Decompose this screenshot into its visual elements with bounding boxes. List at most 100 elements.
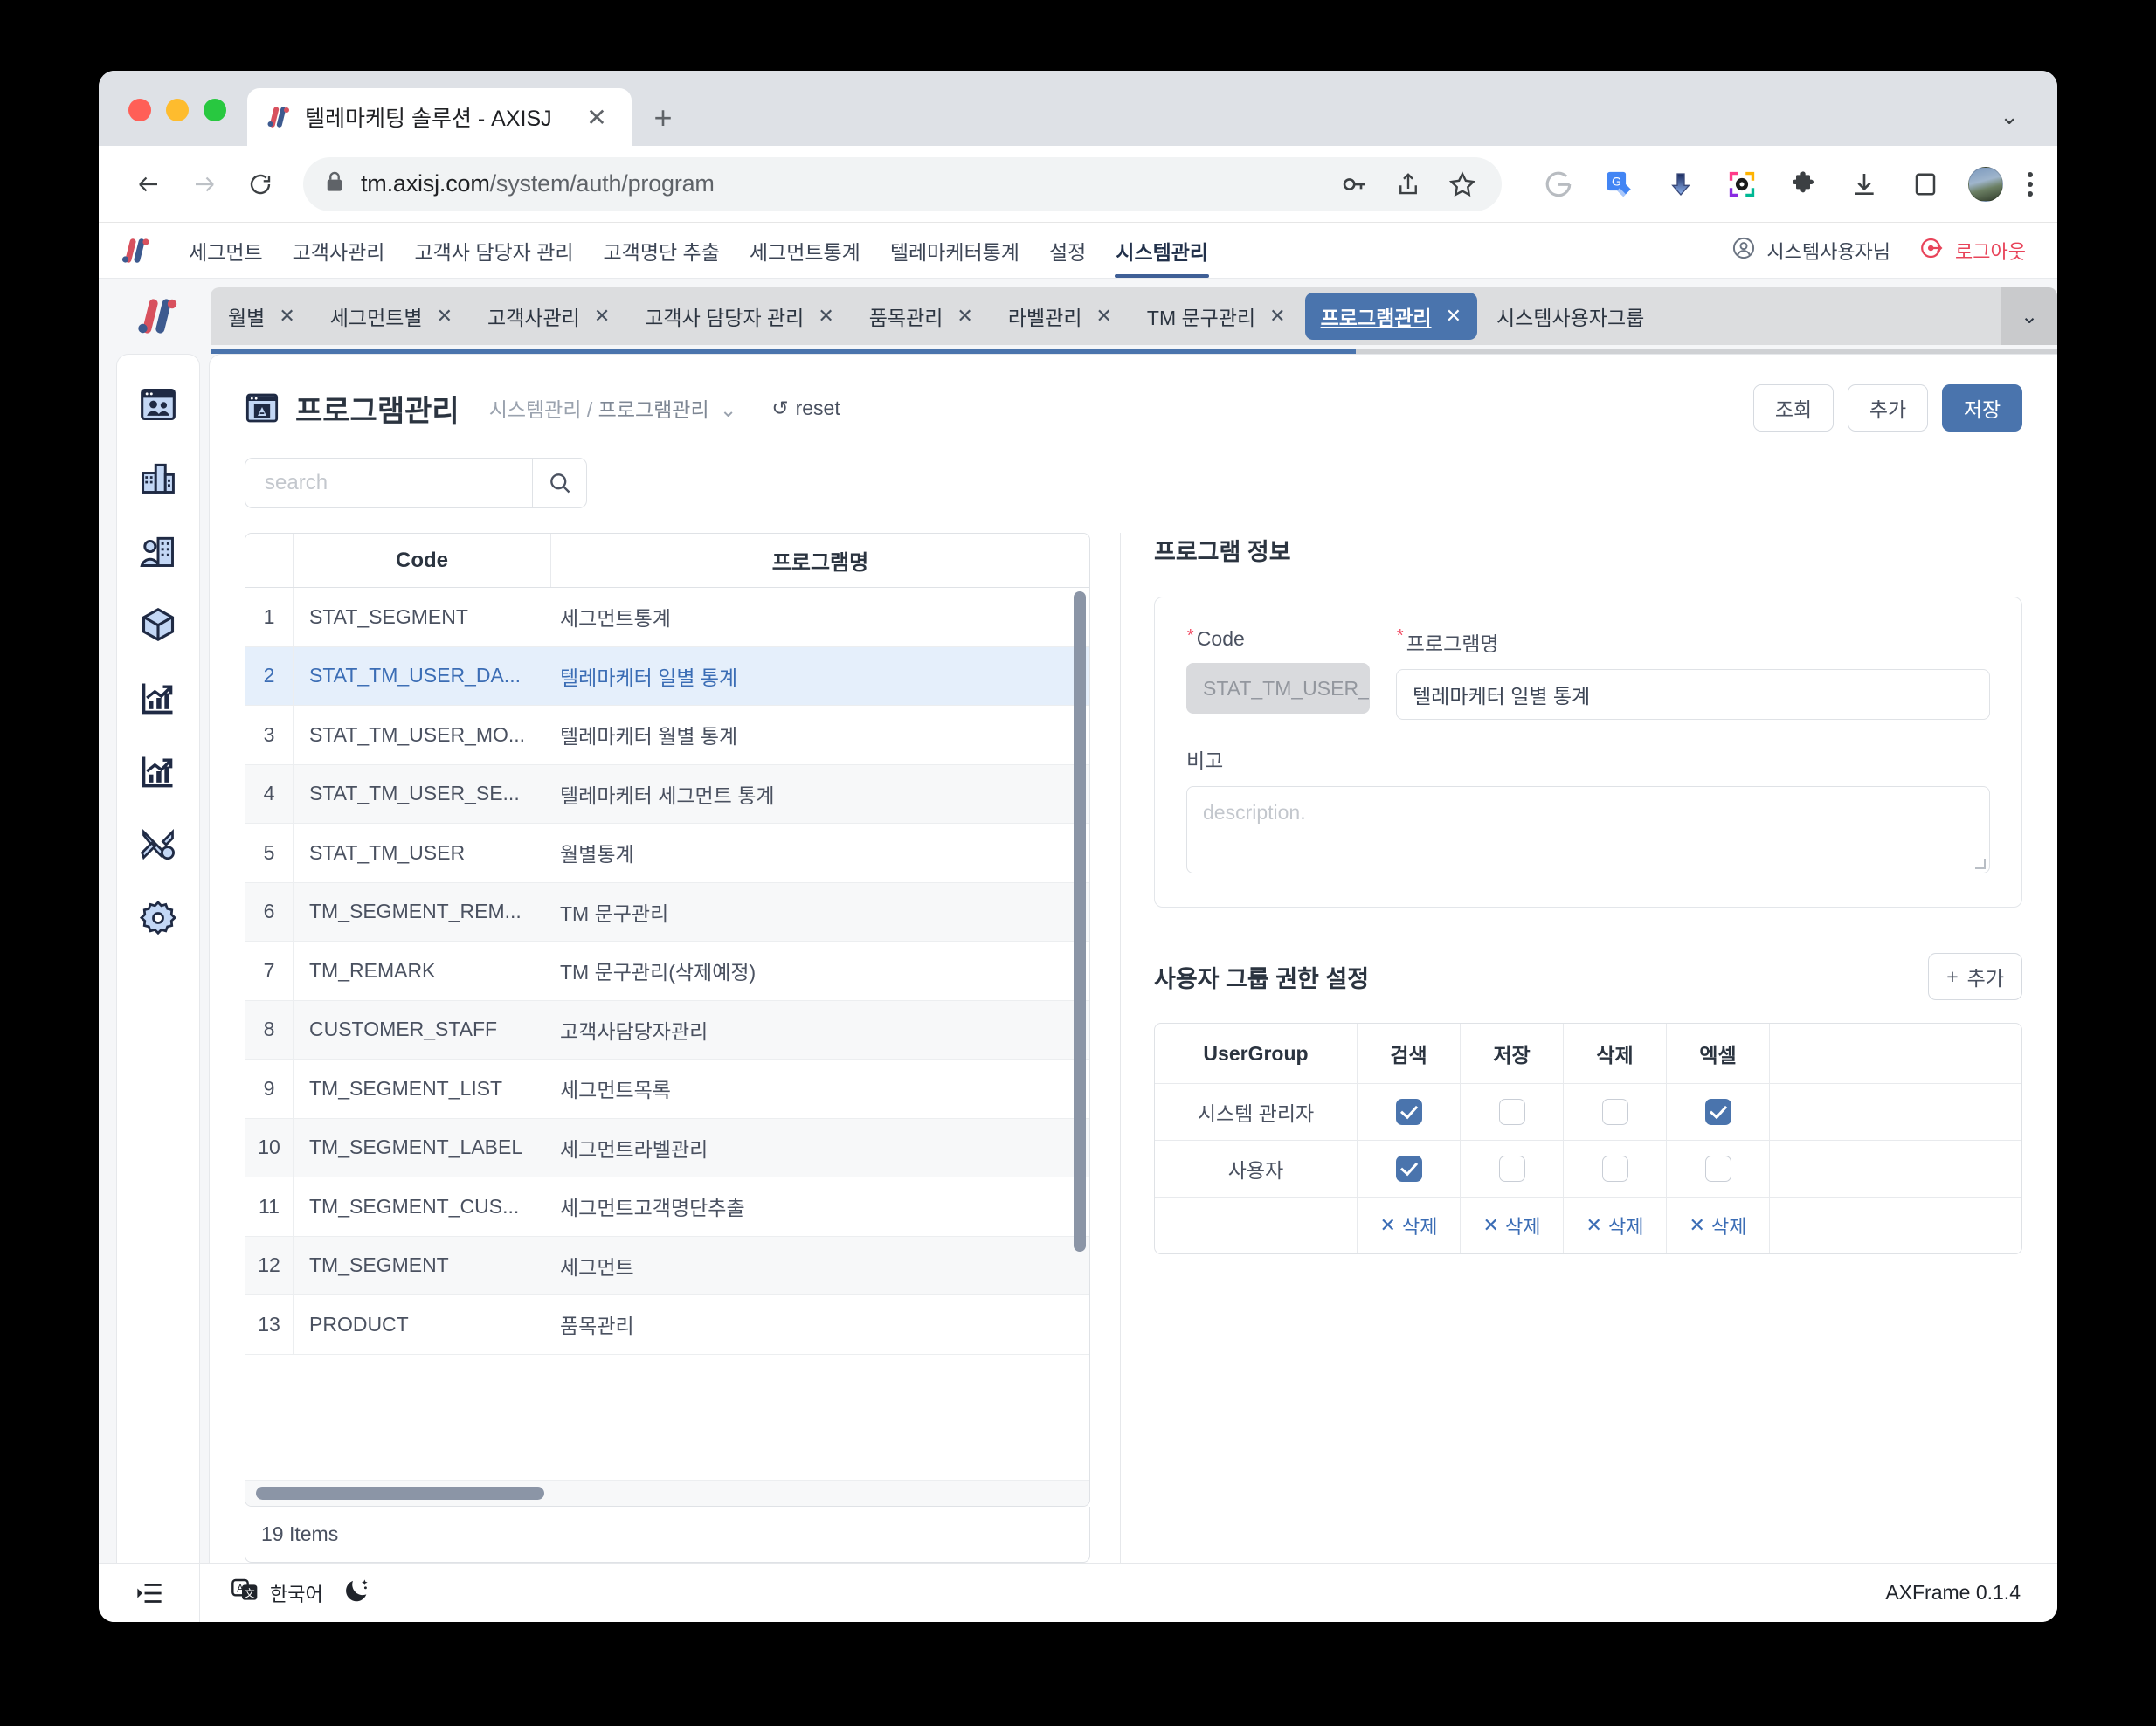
resize-grip-icon[interactable]: [1975, 859, 1986, 869]
nav-item-system-mgmt[interactable]: 시스템관리: [1101, 223, 1223, 278]
table-row[interactable]: 9 TM_SEGMENT_LIST 세그먼트목록: [245, 1060, 1089, 1119]
forward-button[interactable]: [179, 159, 230, 210]
table-row[interactable]: 5 STAT_TM_USER 월별통계: [245, 824, 1089, 883]
checkbox-excel[interactable]: [1704, 1156, 1731, 1182]
checkbox-save[interactable]: [1498, 1099, 1525, 1125]
minimize-window-button[interactable]: [166, 99, 189, 121]
table-row[interactable]: 11 TM_SEGMENT_CUS... 세그먼트고객명단추출: [245, 1177, 1089, 1237]
table-row[interactable]: 2 STAT_TM_USER_DA... 텔레마케터 일별 통계: [245, 646, 1089, 706]
table-row[interactable]: 6 TM_SEGMENT_REM... TM 문구관리: [245, 882, 1089, 942]
address-bar[interactable]: tm.axisj.com/system/auth/program: [303, 156, 1502, 211]
delete-delete-button[interactable]: ✕ 삭제: [1586, 1212, 1644, 1239]
axisj-logo-icon[interactable]: [121, 237, 151, 265]
chevron-down-icon[interactable]: ⌄: [720, 398, 736, 421]
grid-horizontal-scrollbar[interactable]: [256, 1487, 544, 1500]
company-icon[interactable]: [135, 454, 182, 501]
maximize-window-button[interactable]: [204, 99, 226, 121]
app-tab-program-mgmt[interactable]: 프로그램관리 ✕: [1304, 293, 1478, 340]
close-icon[interactable]: ✕: [437, 305, 453, 328]
search-submit-button[interactable]: [533, 458, 587, 508]
close-icon[interactable]: ✕: [1446, 305, 1462, 328]
table-row[interactable]: 13 PRODUCT 품목관리: [245, 1295, 1089, 1355]
nav-item-customer-list-extract[interactable]: 고객명단 추출: [589, 223, 735, 278]
app-tab-label-mgmt[interactable]: 라벨관리 ✕: [992, 293, 1128, 340]
language-selector[interactable]: A 文 한국어: [231, 1578, 323, 1609]
search-button[interactable]: 조회: [1753, 384, 1834, 432]
bookmark-star-icon[interactable]: [1444, 166, 1481, 203]
extensions-puzzle-icon[interactable]: [1785, 166, 1821, 203]
nav-item-customer-staff-mgmt[interactable]: 고객사 담당자 관리: [399, 223, 588, 278]
close-icon[interactable]: ✕: [577, 98, 616, 136]
reload-button[interactable]: [235, 159, 286, 210]
add-button[interactable]: 추가: [1848, 384, 1928, 432]
chevron-down-icon[interactable]: ⌄: [2000, 103, 2019, 130]
password-key-icon[interactable]: [1336, 166, 1372, 203]
table-row[interactable]: 10 TM_SEGMENT_LABEL 세그먼트라벨관리: [245, 1118, 1089, 1177]
tabbar-more-button[interactable]: ⌄: [2001, 287, 2057, 345]
segment-stats-icon[interactable]: [135, 674, 182, 721]
profile-avatar[interactable]: [1968, 166, 2003, 202]
close-icon[interactable]: ✕: [594, 305, 610, 328]
nav-item-segment-stats[interactable]: 세그먼트통계: [735, 223, 875, 278]
grid-header-program-name[interactable]: 프로그램명: [551, 534, 1089, 587]
logout-button[interactable]: 로그아웃: [1920, 236, 2026, 266]
grid-horizontal-scrollbar-track[interactable]: [245, 1480, 1089, 1506]
side-panel-icon[interactable]: [1907, 166, 1944, 203]
google-translate-icon[interactable]: G: [1601, 166, 1638, 203]
checkbox-search[interactable]: [1395, 1099, 1422, 1125]
search-input[interactable]: search: [245, 458, 533, 508]
checkbox-excel[interactable]: [1704, 1099, 1731, 1125]
close-icon[interactable]: ✕: [1269, 305, 1285, 328]
program-name-field[interactable]: 텔레마케터 일별 통계: [1396, 669, 1990, 720]
app-tab-tm-remark-mgmt[interactable]: TM 문구관리 ✕: [1131, 293, 1302, 340]
tabbar-scroll-indicator[interactable]: [211, 349, 2057, 354]
product-box-icon[interactable]: [135, 601, 182, 648]
table-row[interactable]: 8 CUSTOMER_STAFF 고객사담당자관리: [245, 1000, 1089, 1060]
save-button[interactable]: 저장: [1942, 384, 2022, 432]
breadcrumb[interactable]: 시스템관리 / 프로그램관리 ⌄: [489, 393, 737, 423]
table-row[interactable]: 12 TM_SEGMENT 세그먼트: [245, 1236, 1089, 1295]
table-row[interactable]: 4 STAT_TM_USER_SE... 텔레마케터 세그먼트 통계: [245, 764, 1089, 824]
table-row[interactable]: 3 STAT_TM_USER_MO... 텔레마케터 월별 통계: [245, 706, 1089, 765]
segment-icon[interactable]: [135, 381, 182, 428]
settings-tools-icon[interactable]: [135, 821, 182, 868]
checkbox-delete[interactable]: [1601, 1099, 1628, 1125]
downloads-icon[interactable]: [1846, 166, 1883, 203]
checkbox-delete[interactable]: [1601, 1156, 1628, 1182]
app-tab-customer-mgmt[interactable]: 고객사관리 ✕: [472, 293, 625, 340]
app-tab-monthly[interactable]: 월별 ✕: [212, 293, 311, 340]
delete-search-button[interactable]: ✕ 삭제: [1380, 1212, 1438, 1239]
add-usergroup-button[interactable]: + 추가: [1928, 953, 2022, 1000]
close-icon[interactable]: ✕: [279, 305, 294, 328]
current-user[interactable]: 시스템사용자님: [1731, 236, 1890, 266]
app-tab-customer-staff-mgmt[interactable]: 고객사 담당자 관리 ✕: [629, 293, 850, 340]
browser-menu-icon[interactable]: [2028, 171, 2033, 197]
reset-button[interactable]: ↺ reset: [771, 397, 840, 420]
close-icon[interactable]: ✕: [957, 305, 972, 328]
table-row[interactable]: 1 STAT_SEGMENT 세그먼트통계: [245, 588, 1089, 647]
system-gear-icon[interactable]: [135, 894, 182, 942]
back-button[interactable]: [123, 159, 174, 210]
company-staff-icon[interactable]: [135, 528, 182, 575]
app-tab-product-mgmt[interactable]: 품목관리 ✕: [853, 293, 989, 340]
delete-save-button[interactable]: ✕ 삭제: [1483, 1212, 1541, 1239]
close-icon[interactable]: ✕: [1095, 305, 1111, 328]
sidebar-toggle-button[interactable]: [99, 1564, 200, 1622]
grid-vertical-scrollbar[interactable]: [1074, 591, 1086, 1252]
app-tab-by-segment[interactable]: 세그먼트별 ✕: [314, 293, 468, 340]
google-icon[interactable]: [1540, 166, 1577, 203]
remark-field[interactable]: description.: [1186, 786, 1990, 873]
checkbox-save[interactable]: [1498, 1156, 1525, 1182]
share-icon[interactable]: [1390, 166, 1427, 203]
screenshot-capture-icon[interactable]: [1724, 166, 1760, 203]
close-icon[interactable]: ✕: [818, 305, 833, 328]
nav-item-settings[interactable]: 설정: [1034, 223, 1101, 278]
nav-item-telemarketer-stats[interactable]: 텔레마케터통계: [875, 223, 1034, 278]
nav-item-customer-mgmt[interactable]: 고객사관리: [278, 223, 400, 278]
moon-icon[interactable]: [342, 1577, 370, 1609]
nav-item-segment[interactable]: 세그먼트: [174, 223, 278, 278]
new-tab-button[interactable]: +: [644, 99, 682, 137]
grid-header-code[interactable]: Code: [294, 534, 551, 587]
download-arrow-icon[interactable]: [1662, 166, 1699, 203]
table-row[interactable]: 7 TM_REMARK TM 문구관리(삭제예정): [245, 942, 1089, 1001]
